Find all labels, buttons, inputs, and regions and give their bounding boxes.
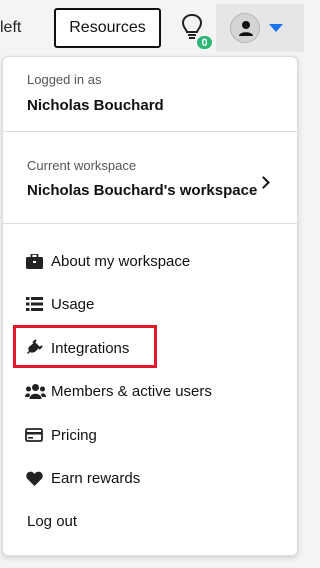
- menu-item-earn-rewards[interactable]: Earn rewards: [3, 461, 299, 495]
- integrations-highlight-box: [13, 325, 157, 368]
- top-bar-left-text: left: [0, 19, 22, 36]
- user-dropdown-menu: Logged in as Nicholas Bouchard Current w…: [2, 56, 299, 556]
- menu-item-members[interactable]: Members & active users: [3, 374, 299, 408]
- workspace-caption: Current workspace: [27, 158, 137, 173]
- notification-badge: 0: [196, 35, 213, 50]
- menu-item-about-workspace[interactable]: About my workspace: [3, 244, 299, 278]
- menu-item-usage[interactable]: Usage: [3, 287, 299, 321]
- logged-in-section: Logged in as Nicholas Bouchard: [3, 57, 299, 132]
- menu-item-pricing[interactable]: Pricing: [3, 418, 299, 452]
- resources-button[interactable]: Resources: [54, 8, 161, 48]
- user-icon: [239, 21, 253, 36]
- menu-item-label: Pricing: [51, 426, 97, 444]
- chevron-down-icon: [269, 24, 283, 32]
- user-menu-toggle[interactable]: [216, 4, 304, 52]
- menu-item-label: Earn rewards: [51, 469, 141, 487]
- avatar: [230, 13, 260, 43]
- list-icon: [25, 295, 43, 313]
- heart-icon: [25, 469, 43, 487]
- top-bar: left Resources 0: [0, 0, 304, 56]
- workspace-name: Nicholas Bouchard's workspace: [27, 182, 258, 199]
- users-icon: [24, 382, 46, 400]
- menu-item-label: Members & active users: [51, 382, 212, 400]
- chevron-right-icon: [257, 176, 270, 189]
- divider: [3, 223, 299, 224]
- menu-item-label: About my workspace: [51, 252, 191, 270]
- credit-card-icon: [25, 426, 43, 444]
- menu-item-label: Usage: [51, 295, 95, 313]
- logout-link[interactable]: Log out: [3, 504, 299, 538]
- workspace-switcher[interactable]: Current workspace Nicholas Bouchard's wo…: [3, 132, 299, 222]
- logged-in-caption: Logged in as: [27, 72, 102, 87]
- logout-label: Log out: [27, 512, 78, 530]
- user-name: Nicholas Bouchard: [27, 97, 164, 114]
- briefcase-icon: [25, 252, 43, 270]
